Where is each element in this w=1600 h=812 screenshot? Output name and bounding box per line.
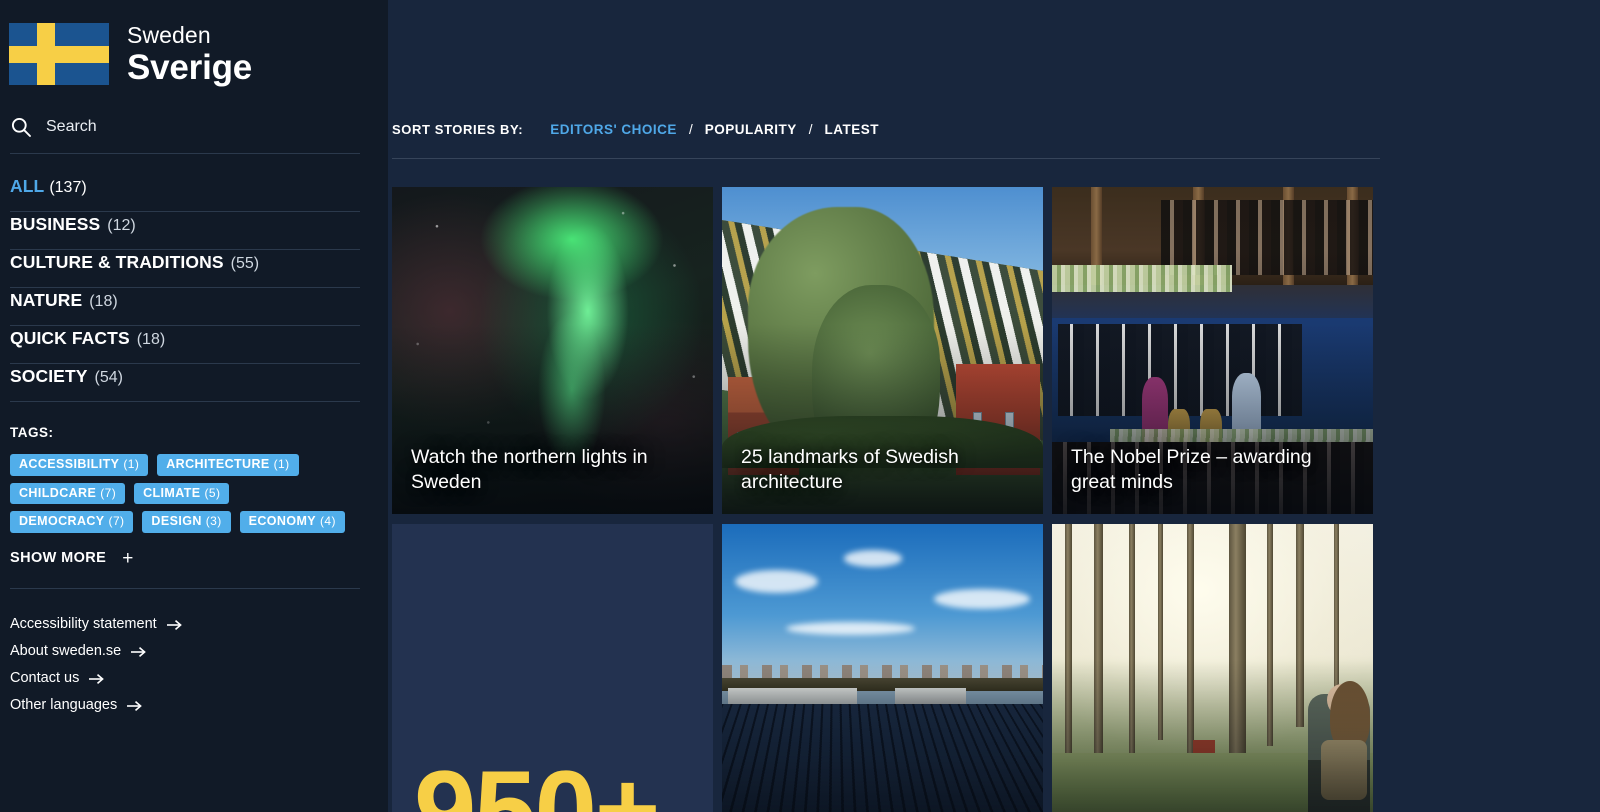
sidebar-item-culture-traditions[interactable]: CULTURE & TRADITIONS (55) <box>10 250 360 288</box>
statistic-value: 950+ <box>414 748 660 812</box>
footer-link-about-swedense[interactable]: About sweden.se <box>10 638 388 665</box>
tag-label: CHILDCARE <box>19 485 97 500</box>
footer-link-other-languages[interactable]: Other languages <box>10 692 388 719</box>
category-filter-list: ALL (137) BUSINESS (12) CULTURE & TRADIT… <box>10 174 360 402</box>
sidebar-item-nature[interactable]: NATURE (18) <box>10 288 360 326</box>
footer-link-label: About sweden.se <box>10 643 122 659</box>
story-card-forest-hiking[interactable] <box>1052 524 1373 812</box>
arrow-right-icon <box>88 672 105 685</box>
card-title: The Nobel Prize – awarding great minds <box>1071 445 1312 494</box>
footer-link-contact-us[interactable]: Contact us <box>10 665 388 692</box>
card-title: Watch the northern lights in Sweden <box>411 445 648 494</box>
tag-label: ECONOMY <box>248 514 317 528</box>
sort-option-popularity[interactable]: POPULARITY <box>705 122 797 137</box>
category-label: ALL <box>10 176 45 196</box>
sidebar: Sweden Sverige Search ALL (137) BUSINESS… <box>0 0 388 812</box>
show-more-label: SHOW MORE <box>10 550 107 566</box>
tag-label: ARCHITECTURE <box>166 457 270 471</box>
story-card-solar-energy[interactable] <box>722 524 1043 812</box>
tag-label: ACCESSIBILITY <box>19 457 120 471</box>
story-card-northern-lights[interactable]: Watch the northern lights in Sweden <box>392 187 713 514</box>
sidebar-item-quick-facts[interactable]: QUICK FACTS (18) <box>10 326 360 364</box>
tag-democracy[interactable]: DEMOCRACY (7) <box>10 511 134 533</box>
site-brand[interactable]: Sweden Sverige <box>0 0 388 96</box>
main-content: SORT STORIES BY: EDITORS' CHOICE / POPUL… <box>388 0 1600 812</box>
sidebar-item-business[interactable]: BUSINESS (12) <box>10 212 360 250</box>
category-label: BUSINESS <box>10 214 101 234</box>
category-count: (137) <box>49 179 87 196</box>
brand-name-sv: Sverige <box>127 47 253 87</box>
tag-label: DESIGN <box>151 514 202 528</box>
footer-link-accessibility-statement[interactable]: Accessibility statement <box>10 611 388 638</box>
story-card-swedish-architecture[interactable]: 25 landmarks of Swedish architecture <box>722 187 1043 514</box>
sort-label: SORT STORIES BY: <box>392 122 524 137</box>
page-root: Sweden Sverige Search ALL (137) BUSINESS… <box>0 0 1600 812</box>
category-label: NATURE <box>10 290 83 310</box>
swedish-flag-icon <box>9 23 109 85</box>
story-card-nobel-prize[interactable]: The Nobel Prize – awarding great minds <box>1052 187 1373 514</box>
tag-childcare[interactable]: CHILDCARE (7) <box>10 482 126 504</box>
plus-icon: + <box>122 547 134 569</box>
tag-accessibility[interactable]: ACCESSIBILITY (1) <box>10 454 149 476</box>
tag-count: (7) <box>108 514 125 528</box>
sort-option-editors-choice[interactable]: EDITORS' CHOICE <box>550 122 677 137</box>
category-count: (18) <box>89 293 118 310</box>
story-card-grid: Watch the northern lights in Sweden 25 l… <box>392 187 1382 812</box>
tag-economy[interactable]: ECONOMY (4) <box>239 511 345 533</box>
brand-name-en: Sweden <box>127 21 211 48</box>
sidebar-divider <box>10 587 360 589</box>
tag-count: (7) <box>100 485 117 500</box>
sort-separator: / <box>808 122 813 137</box>
arrow-right-icon <box>166 618 183 631</box>
sidebar-item-all[interactable]: ALL (137) <box>10 174 360 212</box>
show-more-tags-button[interactable]: SHOW MORE + <box>10 549 133 568</box>
tag-architecture[interactable]: ARCHITECTURE (1) <box>157 454 299 476</box>
category-count: (55) <box>230 255 260 272</box>
tag-climate[interactable]: CLIMATE (5) <box>134 482 230 504</box>
footer-link-label: Accessibility statement <box>10 616 157 632</box>
tag-count: (1) <box>273 457 290 471</box>
sort-bar: SORT STORIES BY: EDITORS' CHOICE / POPUL… <box>392 0 1382 137</box>
story-card-statistic[interactable]: 950+ <box>392 524 713 812</box>
tag-count: (5) <box>204 485 221 500</box>
tag-list: ACCESSIBILITY (1) ARCHITECTURE (1) CHILD… <box>10 454 360 533</box>
tags-heading: TAGS: <box>10 425 54 440</box>
card-gradient-overlay <box>722 661 1043 812</box>
tag-count: (3) <box>205 514 222 528</box>
category-label: CULTURE & TRADITIONS <box>10 252 224 272</box>
search-input[interactable]: Search <box>10 114 360 154</box>
tag-label: CLIMATE <box>143 485 201 500</box>
search-placeholder: Search <box>46 118 97 135</box>
brand-text: Sweden Sverige <box>127 21 253 87</box>
sidebar-item-society[interactable]: SOCIETY (54) <box>10 364 360 402</box>
search-icon <box>10 116 32 138</box>
footer-link-label: Contact us <box>10 670 80 686</box>
category-count: (18) <box>136 331 166 348</box>
tag-count: (4) <box>320 514 336 528</box>
card-gradient-overlay <box>1052 661 1373 812</box>
tag-design[interactable]: DESIGN (3) <box>142 511 231 533</box>
sidebar-footer-links: Accessibility statement About sweden.se … <box>10 611 388 719</box>
tag-count: (1) <box>123 457 140 471</box>
category-label: SOCIETY <box>10 366 88 386</box>
card-title: 25 landmarks of Swedish architecture <box>741 445 959 494</box>
arrow-right-icon <box>126 699 143 712</box>
sort-bar-divider <box>392 158 1380 159</box>
category-count: (54) <box>94 369 123 386</box>
category-count: (12) <box>107 217 136 234</box>
arrow-right-icon <box>130 645 147 658</box>
footer-link-label: Other languages <box>10 697 118 713</box>
category-label: QUICK FACTS <box>10 328 130 348</box>
tag-label: DEMOCRACY <box>19 514 105 528</box>
sort-option-latest[interactable]: LATEST <box>824 122 879 137</box>
sort-separator: / <box>688 122 693 137</box>
